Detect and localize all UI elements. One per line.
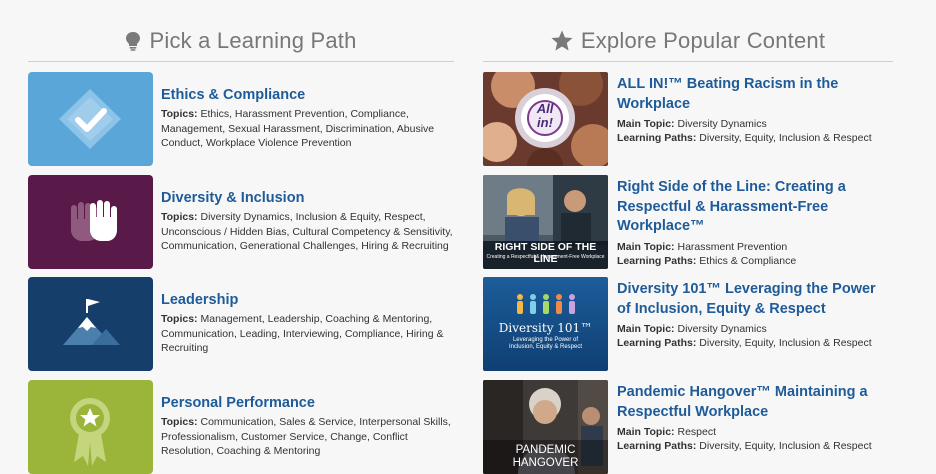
popular-content-column: Explore Popular Content All in! ALL IN!™… [483, 0, 893, 474]
thumbnail-caption: RIGHT SIDE OF THE LINE [494, 241, 597, 265]
content-meta: Main Topic: Respect Learning Paths: Dive… [617, 426, 872, 453]
content-meta: Main Topic: Diversity Dynamics Learning … [617, 118, 872, 145]
star-icon [551, 30, 573, 51]
learning-path-topics: Topics: Ethics, Harassment Prevention, C… [161, 108, 435, 150]
checkmark-diamond-icon [59, 89, 121, 149]
learning-path-title-leadership[interactable]: Leadership [161, 291, 456, 309]
mountain-flag-icon [63, 299, 120, 345]
content-title-link[interactable]: Diversity 101™ Leveraging the Power of I… [617, 280, 889, 319]
content-meta: Main Topic: Diversity Dynamics Learning … [617, 323, 872, 350]
content-item-diversity-101[interactable]: Diversity 101™ Leveraging the Power of I… [483, 277, 893, 371]
content-thumbnail[interactable]: Diversity 101™ Leveraging the Power of I… [483, 277, 608, 371]
content-thumbnail[interactable]: PANDEMIC HANGOVER [483, 380, 608, 474]
personal-performance-tile[interactable] [28, 380, 153, 474]
award-ribbon-icon [70, 398, 110, 466]
learning-path-leadership[interactable]: Leadership Topics: Management, Leadershi… [28, 277, 454, 371]
content-thumbnail[interactable]: RIGHT SIDE OF THE LINE Creating a Respec… [483, 175, 608, 269]
content-title-link[interactable]: ALL IN!™ Beating Racism in the Workplace [617, 75, 889, 114]
content-item-pandemic-hangover[interactable]: PANDEMIC HANGOVER Pandemic Hangover™ Mai… [483, 380, 893, 474]
learning-path-column: Pick a Learning Path Ethics & Compliance… [28, 0, 454, 474]
learning-path-title-diversity[interactable]: Diversity & Inclusion [161, 189, 456, 207]
learning-path-diversity[interactable]: Diversity & Inclusion Topics: Diversity … [28, 175, 454, 269]
learning-path-title: Pick a Learning Path [149, 27, 357, 53]
learning-path-topics: Topics: Communication, Sales & Service, … [161, 416, 451, 458]
content-meta: Main Topic: Harassment Prevention Learni… [617, 240, 797, 267]
content-title-link[interactable]: Pandemic Hangover™ Maintaining a Respect… [617, 383, 889, 422]
content-item-right-side-of-the-line[interactable]: RIGHT SIDE OF THE LINE Creating a Respec… [483, 175, 893, 269]
thumbnail-caption: Diversity 101™ [498, 321, 593, 335]
content-title-link[interactable]: Right Side of the Line: Creating a Respe… [617, 178, 889, 237]
lightbulb-icon [125, 31, 141, 51]
content-item-all-in[interactable]: All in! ALL IN!™ Beating Racism in the W… [483, 72, 893, 166]
diversity-tile[interactable] [28, 175, 153, 269]
raised-hands-icon [71, 200, 117, 241]
learning-path-personal-performance[interactable]: Personal Performance Topics: Communicati… [28, 380, 454, 474]
leadership-tile[interactable] [28, 277, 153, 371]
popular-content-title: Explore Popular Content [580, 27, 826, 53]
content-thumbnail[interactable]: All in! [483, 72, 608, 166]
learning-path-title-ethics[interactable]: Ethics & Compliance [161, 86, 456, 104]
learning-path-ethics[interactable]: Ethics & Compliance Topics: Ethics, Hara… [28, 72, 454, 166]
ethics-tile[interactable] [28, 72, 153, 166]
learning-path-topics: Topics: Management, Leadership, Coaching… [161, 313, 444, 355]
learning-path-header: Pick a Learning Path [28, 0, 454, 62]
learning-path-title-personal-performance[interactable]: Personal Performance [161, 394, 456, 412]
learning-path-topics: Topics: Diversity Dynamics, Inclusion & … [161, 211, 453, 253]
popular-content-header: Explore Popular Content [483, 0, 893, 62]
